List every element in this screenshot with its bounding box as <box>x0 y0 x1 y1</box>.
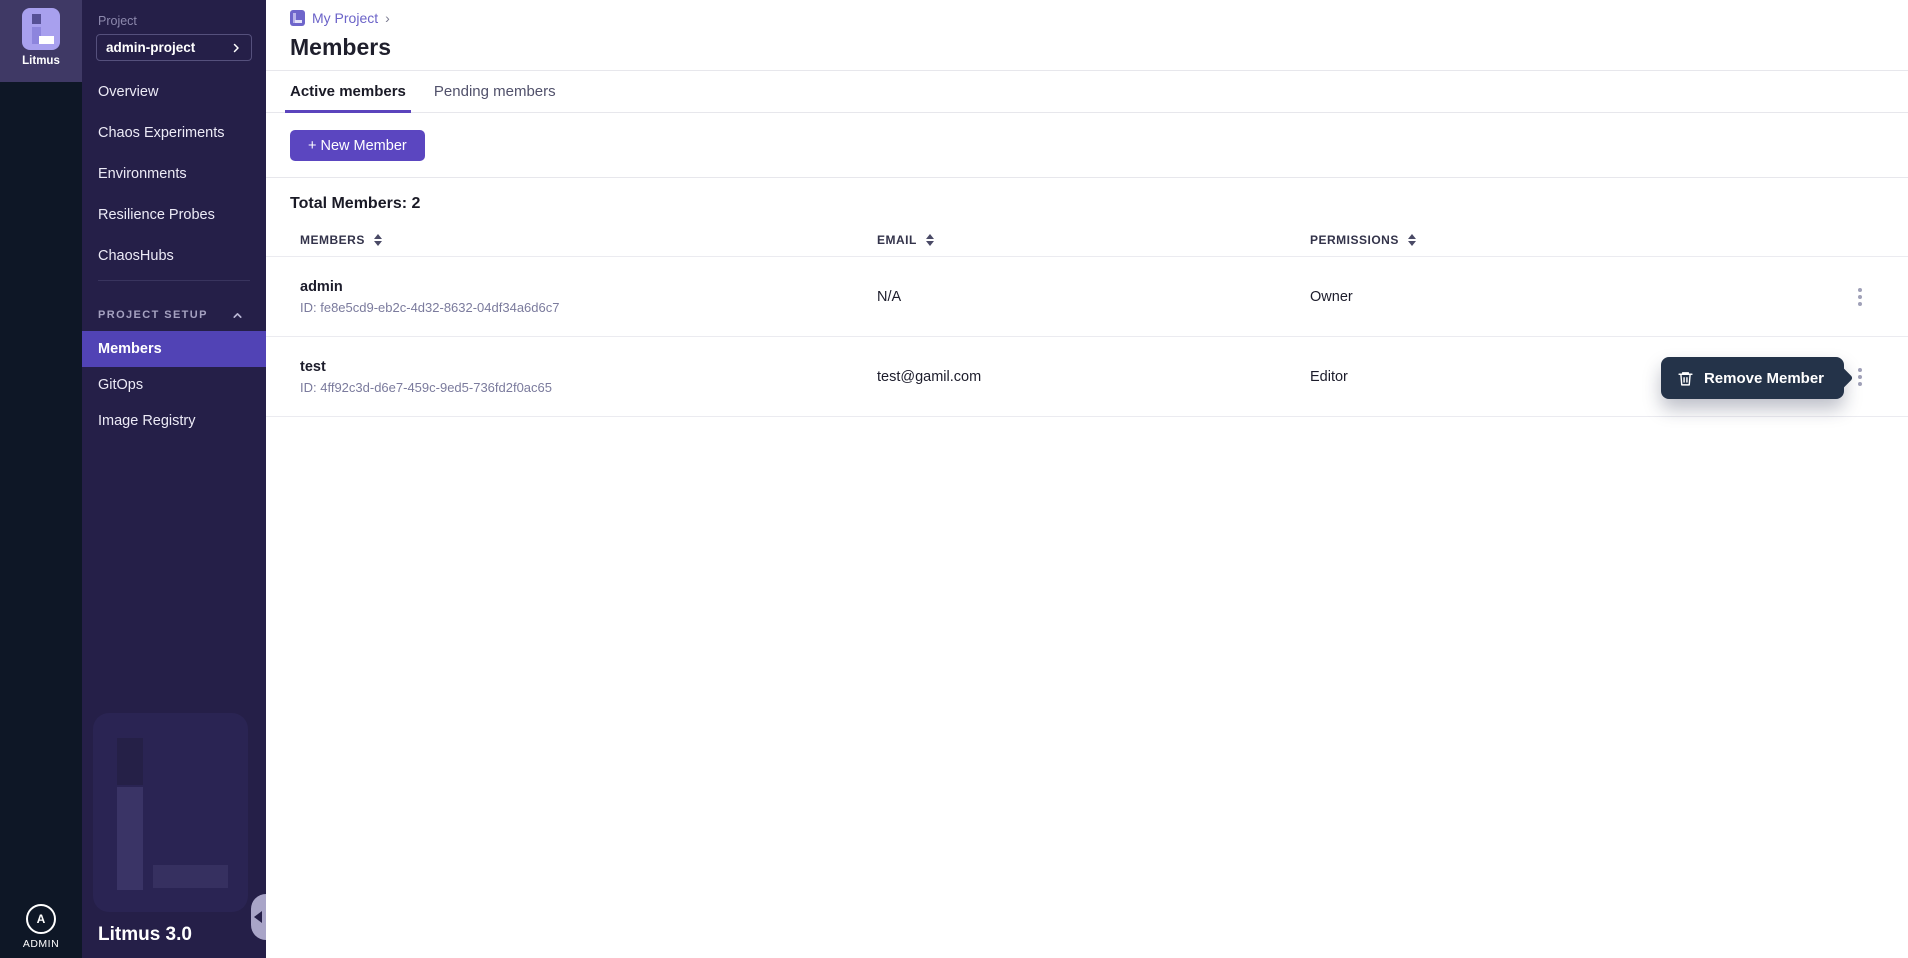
sort-icon[interactable] <box>926 234 934 246</box>
sidebar-item-gitops[interactable]: GitOps <box>82 367 266 403</box>
total-members-label: Total Members: 2 <box>266 178 1908 219</box>
member-email: test@gamil.com <box>877 369 1310 385</box>
sidebar-item-resilience-probes[interactable]: Resilience Probes <box>82 194 266 235</box>
project-logo-icon <box>290 10 305 26</box>
toolbar: + New Member <box>266 113 1908 178</box>
user-block: A ADMIN <box>0 904 82 950</box>
triangle-left-icon <box>254 911 262 923</box>
sidebar-divider <box>98 280 250 281</box>
member-name: admin <box>300 279 877 295</box>
sort-icon[interactable] <box>374 234 382 246</box>
app-root: Litmus A ADMIN Project admin-project Ove… <box>0 0 1908 958</box>
chevron-up-icon <box>231 309 244 322</box>
tab-pending-members[interactable]: Pending members <box>434 71 556 112</box>
breadcrumb-project-link[interactable]: My Project <box>312 10 378 26</box>
tab-active-members[interactable]: Active members <box>290 71 406 112</box>
version-label: Litmus 3.0 <box>98 924 192 946</box>
page-header: My Project › Members <box>266 0 1908 70</box>
row-actions-kebab-icon[interactable] <box>1854 364 1866 390</box>
trash-icon <box>1677 370 1694 387</box>
member-id: ID: 4ff92c3d-d6e7-459c-9ed5-736fd2f0ac65 <box>300 380 877 395</box>
litmus-logo-icon <box>22 8 60 50</box>
sidebar-collapse-handle[interactable] <box>251 894 266 940</box>
sidebar-item-members[interactable]: Members <box>82 331 266 367</box>
left-rail: Litmus A ADMIN <box>0 0 82 958</box>
project-setup-nav: Members GitOps Image Registry <box>82 331 266 439</box>
sort-icon[interactable] <box>1408 234 1416 246</box>
member-name: test <box>300 359 877 375</box>
user-avatar[interactable]: A <box>26 904 56 934</box>
column-header-permissions: PERMISSIONS <box>1310 233 1836 247</box>
page-title: Members <box>290 34 1884 61</box>
row-actions-kebab-icon[interactable] <box>1854 284 1866 310</box>
project-selector-value: admin-project <box>106 40 195 55</box>
sidebar-item-environments[interactable]: Environments <box>82 153 266 194</box>
sidebar: Project admin-project Overview Chaos Exp… <box>82 0 266 958</box>
project-setup-section-toggle[interactable]: PROJECT SETUP <box>82 305 266 325</box>
member-email: N/A <box>877 289 1310 305</box>
chevron-separator-icon: › <box>385 10 390 26</box>
table-row-admin: admin ID: fe8e5cd9-eb2c-4d32-8632-04df34… <box>266 257 1908 337</box>
brand-label: Litmus <box>22 55 60 67</box>
member-permission: Owner <box>1310 289 1836 305</box>
sidebar-nav: Overview Chaos Experiments Environments … <box>82 71 266 276</box>
litmus-watermark-logo <box>93 713 248 912</box>
project-setup-label: PROJECT SETUP <box>98 309 208 321</box>
remove-member-label: Remove Member <box>1704 370 1824 387</box>
sidebar-item-chaos-experiments[interactable]: Chaos Experiments <box>82 112 266 153</box>
member-id: ID: fe8e5cd9-eb2c-4d32-8632-04df34a6d6c7 <box>300 300 877 315</box>
chevron-right-icon <box>230 42 242 54</box>
new-member-button[interactable]: + New Member <box>290 130 425 161</box>
brand-block: Litmus <box>0 0 82 82</box>
user-role-label: ADMIN <box>23 938 59 950</box>
tab-bar: Active members Pending members <box>266 70 1908 113</box>
table-header-row: MEMBERS EMAIL PERMISSIONS <box>266 223 1908 257</box>
project-selector[interactable]: admin-project <box>96 34 252 61</box>
breadcrumb: My Project › <box>290 10 1884 26</box>
sidebar-item-chaoshubs[interactable]: ChaosHubs <box>82 235 266 276</box>
remove-member-menu[interactable]: Remove Member <box>1661 357 1844 399</box>
sidebar-item-overview[interactable]: Overview <box>82 71 266 112</box>
column-header-members: MEMBERS <box>300 233 877 247</box>
main-content: My Project › Members Active members Pend… <box>266 0 1908 958</box>
sidebar-item-image-registry[interactable]: Image Registry <box>82 403 266 439</box>
column-header-email: EMAIL <box>877 233 1310 247</box>
project-label: Project <box>98 14 266 28</box>
